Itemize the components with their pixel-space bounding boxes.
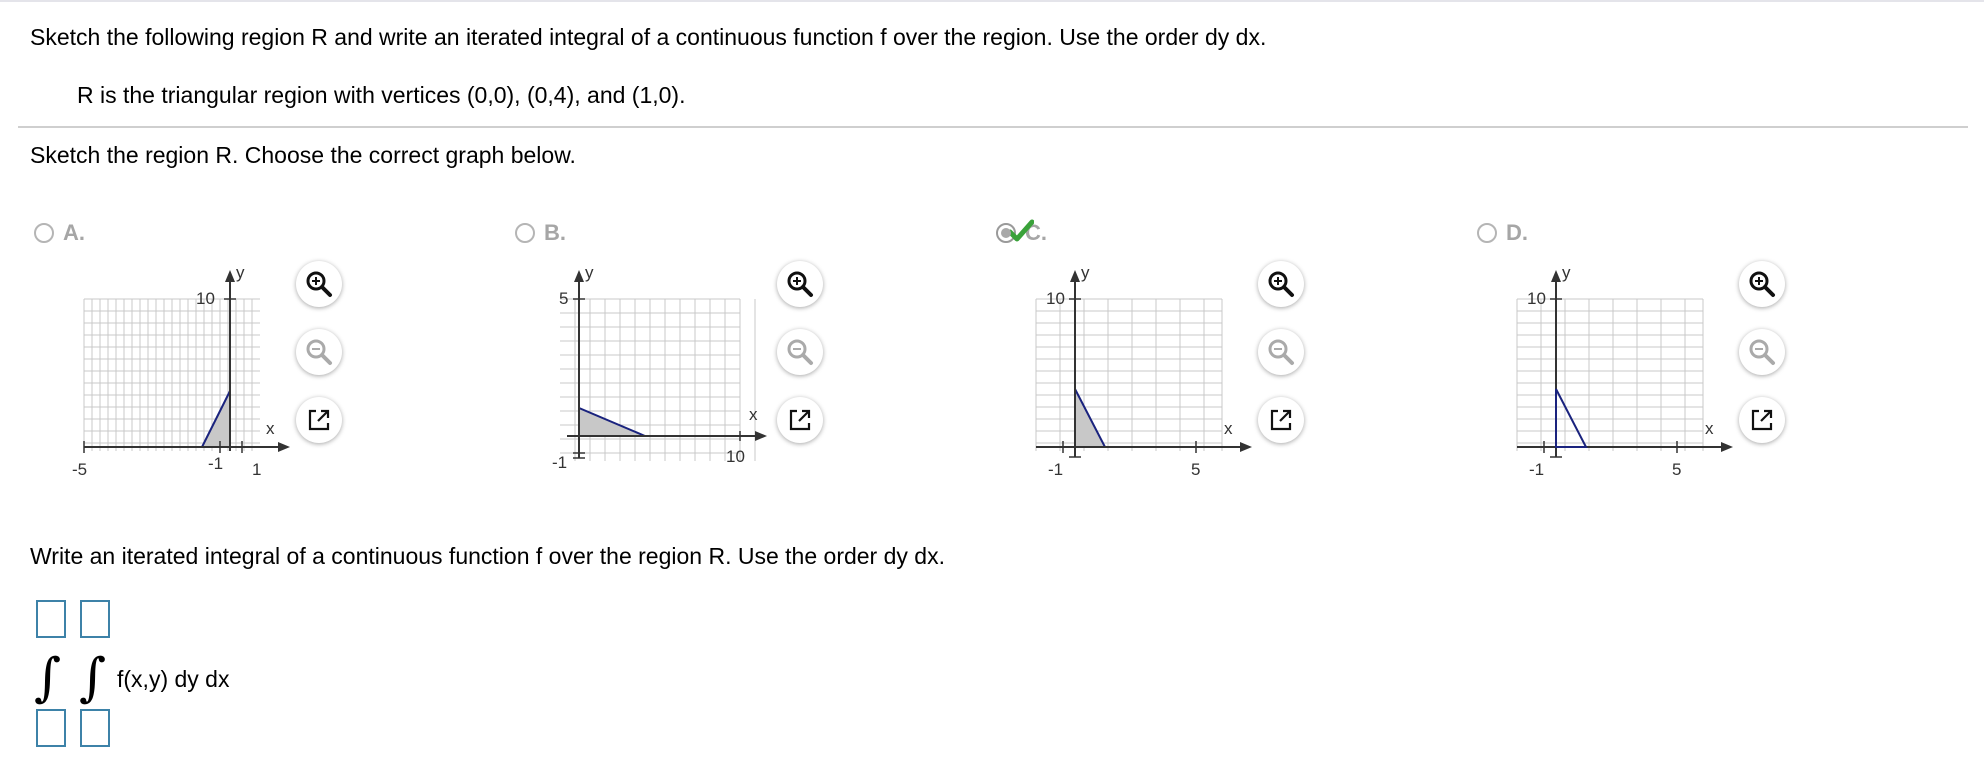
zoom-out-icon <box>1749 339 1775 365</box>
choice-d-radio[interactable] <box>1477 223 1497 243</box>
choice-d: D. y x 10 -1 5 <box>1477 0 1957 520</box>
open-new-window-icon <box>1751 409 1773 431</box>
zoom-in-button[interactable] <box>777 261 823 307</box>
checkmark-icon <box>1008 219 1034 242</box>
choice-d-letter: D. <box>1506 220 1528 245</box>
zoom-in-icon <box>1268 271 1294 297</box>
open-new-window-button[interactable] <box>296 397 342 443</box>
zoom-in-icon <box>306 271 332 297</box>
origin-label: -1 <box>208 454 223 473</box>
choice-b-radio-row[interactable]: B. <box>515 218 566 248</box>
x-min-label: -5 <box>72 460 87 479</box>
choice-b-graph: y x 5 -1 10 <box>552 263 767 472</box>
x-axis-label: x <box>1705 419 1714 438</box>
choice-d-radio-row[interactable]: D. <box>1477 218 1528 248</box>
y-tick-label: 10 <box>1527 289 1546 308</box>
outer-integral-sign: ∫ <box>34 648 62 708</box>
choice-a: A. y x 10 -5 -1 1 <box>34 0 514 520</box>
y-tick-label: 10 <box>196 289 215 308</box>
zoom-out-button[interactable] <box>296 329 342 375</box>
choice-b: B. y x 5 -1 10 <box>515 0 995 520</box>
grid <box>83 298 260 451</box>
choice-b-letter: B. <box>544 220 566 245</box>
x-axis-label: x <box>266 419 275 438</box>
x-axis-label: x <box>1224 419 1233 438</box>
y-axis-label: y <box>1562 263 1571 282</box>
axes <box>1517 270 1733 458</box>
open-new-window-button[interactable] <box>1739 397 1785 443</box>
open-new-window-button[interactable] <box>1258 397 1304 443</box>
zoom-out-button[interactable] <box>777 329 823 375</box>
x-max-label: 10 <box>726 447 745 466</box>
x-max-label: 5 <box>1191 460 1200 479</box>
grid <box>1035 298 1223 451</box>
open-new-window-icon <box>1270 409 1292 431</box>
choice-c-radio[interactable] <box>996 219 1034 243</box>
outer-upper-limit-input[interactable] <box>36 600 66 638</box>
region-shape <box>1074 388 1107 448</box>
origin-label: -1 <box>1529 460 1544 479</box>
choice-d-graph: y x 10 -1 5 <box>1516 263 1733 479</box>
outer-lower-limit-input[interactable] <box>36 709 66 747</box>
x-max-label: 5 <box>1672 460 1681 479</box>
open-new-window-button[interactable] <box>777 397 823 443</box>
zoom-out-icon <box>787 339 813 365</box>
open-new-window-icon <box>789 409 811 431</box>
part2-prompt: Write an iterated integral of a continuo… <box>30 543 945 569</box>
open-new-window-icon <box>308 409 330 431</box>
axes <box>83 270 290 453</box>
region-shape <box>1555 388 1588 448</box>
origin-label: -1 <box>1048 460 1063 479</box>
zoom-in-icon <box>787 271 813 297</box>
choice-a-radio-row[interactable]: A. <box>34 218 85 248</box>
choice-a-radio[interactable] <box>34 223 54 243</box>
y-tick-label: 5 <box>559 289 568 308</box>
zoom-in-icon <box>1749 271 1775 297</box>
zoom-out-button[interactable] <box>1258 329 1304 375</box>
origin-label: -1 <box>552 453 567 472</box>
inner-integral-sign: ∫ <box>79 648 107 708</box>
x-axis-label: x <box>749 405 758 424</box>
y-axis-label: y <box>585 263 594 282</box>
inner-lower-limit-input[interactable] <box>80 709 110 747</box>
y-axis-label: y <box>1081 263 1090 282</box>
choice-b-radio[interactable] <box>515 223 535 243</box>
zoom-in-button[interactable] <box>1258 261 1304 307</box>
choice-c: C. y x 10 -1 5 <box>996 0 1476 520</box>
zoom-in-button[interactable] <box>1739 261 1785 307</box>
integrand: f(x,y) dy dx <box>117 666 230 692</box>
zoom-out-icon <box>306 339 332 365</box>
zoom-out-button[interactable] <box>1739 329 1785 375</box>
zoom-out-icon <box>1268 339 1294 365</box>
choice-a-graph: y x 10 -5 -1 1 <box>72 263 290 479</box>
zoom-in-button[interactable] <box>296 261 342 307</box>
y-axis-label: y <box>236 263 245 282</box>
axes <box>1036 270 1252 458</box>
choice-a-letter: A. <box>63 220 85 245</box>
inner-upper-limit-input[interactable] <box>80 600 110 638</box>
choice-c-radio-row[interactable]: C. <box>996 218 1047 248</box>
x-max-label: 1 <box>252 460 261 479</box>
choice-c-graph: y x 10 -1 5 <box>1035 263 1252 479</box>
y-tick-label: 10 <box>1046 289 1065 308</box>
grid <box>1516 298 1704 451</box>
